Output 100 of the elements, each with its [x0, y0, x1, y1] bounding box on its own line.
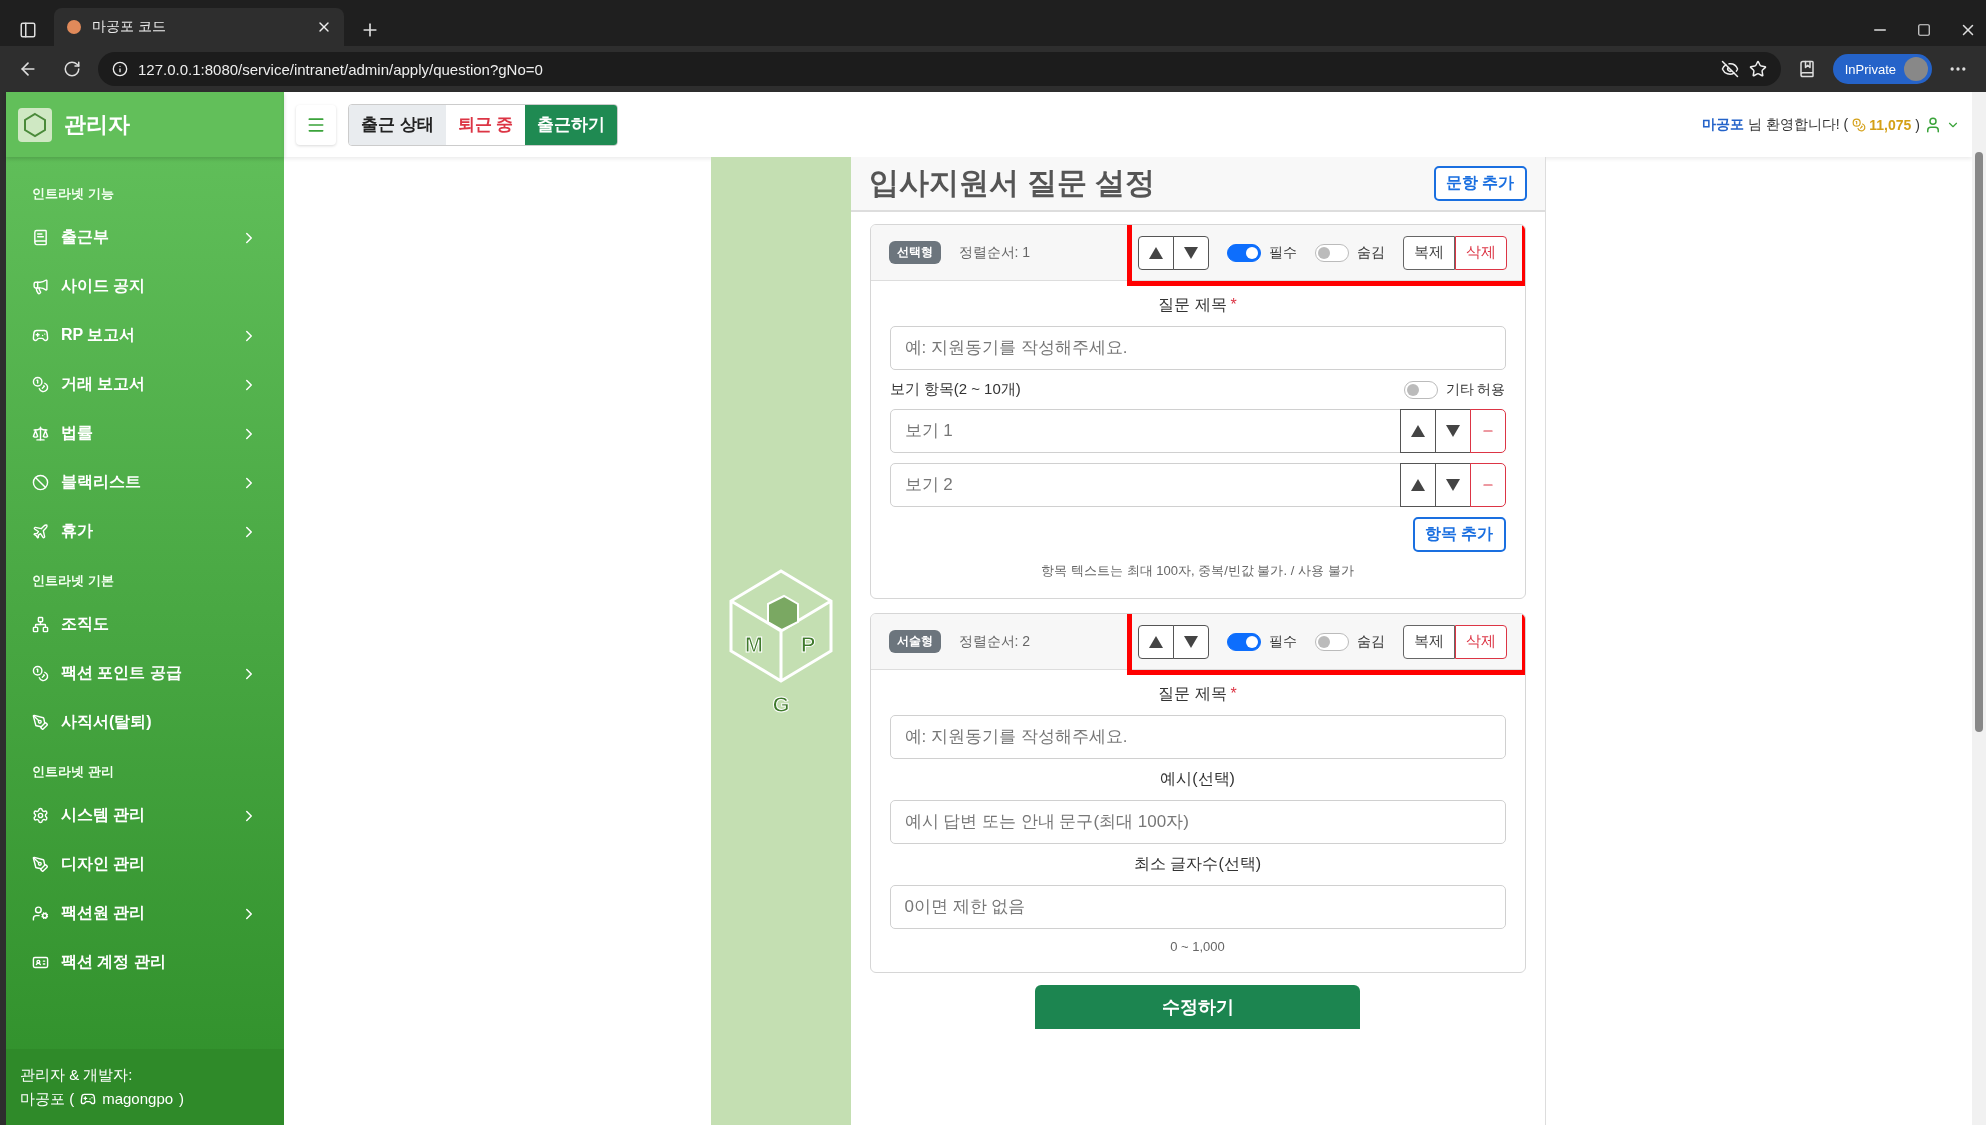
clock-in-button[interactable]: 출근하기 [525, 104, 618, 145]
sidebar-item[interactable]: 법률 [6, 409, 284, 458]
copy-button[interactable]: 복제 [1402, 624, 1455, 659]
profile-button[interactable]: InPrivate [1832, 54, 1932, 84]
page-title: 입사지원서 질문 설정 [868, 165, 1156, 201]
section-title: 인트라넷 기본 [31, 572, 115, 590]
coins-icon [1852, 117, 1867, 132]
pen-icon [32, 856, 49, 873]
section-title: 인트라넷 기능 [31, 185, 115, 203]
welcome-text: 님 환영합니다! ( [1747, 115, 1849, 134]
type-badge: 선택형 [888, 241, 941, 264]
hierarchy-icon [32, 616, 49, 633]
id-card-icon [32, 954, 49, 971]
user-name: 마공포 [1701, 115, 1744, 134]
toggle-label: 필수 [1268, 243, 1297, 262]
status-label: 출근 상태 [349, 104, 446, 145]
sidebar-item[interactable]: 조직도 [6, 600, 284, 649]
book-icon [32, 229, 49, 246]
address-bar[interactable]: 127.0.0.1:8080/service/intranet/admin/apply/question?gNo=0 [98, 52, 1781, 86]
save-button[interactable]: 수정하기 [1035, 985, 1360, 1029]
toggle-label: 기타 허용 [1445, 380, 1506, 399]
move-down-button[interactable] [1172, 624, 1209, 659]
sidebar-item[interactable]: 블랙리스트 [6, 458, 284, 507]
option-field[interactable]: 보기 2 [889, 463, 1401, 507]
down-triangle-icon [1445, 479, 1460, 491]
pen-icon [32, 714, 49, 731]
toggle-label: 필수 [1268, 632, 1297, 651]
ban-icon [32, 474, 49, 491]
remove-option-button[interactable] [1469, 409, 1506, 453]
field-label: 질문 제목 * [1157, 295, 1238, 315]
move-up-button[interactable] [1137, 624, 1174, 659]
input-field[interactable]: 예시 답변 또는 안내 문구(최대 100자) [889, 800, 1506, 844]
move-up-button[interactable] [1137, 235, 1174, 270]
up-triangle-icon [1148, 635, 1163, 648]
toggle-label: 숨김 [1356, 632, 1385, 651]
logo-icon [18, 107, 52, 142]
sidebar-item[interactable]: 디자인 관리 [6, 840, 284, 889]
field-label: 최소 글자수(선택) [1132, 854, 1263, 874]
sidebar-item[interactable]: 출근부 [6, 213, 284, 262]
points: 11,075 [1852, 116, 1912, 133]
up-triangle-icon [1410, 479, 1425, 491]
move-up-button[interactable] [1399, 409, 1436, 453]
hint-text: 항목 텍스트는 최대 100자, 중복/빈값 불가. / 사용 불가 [1040, 562, 1355, 580]
toggle-switch[interactable] [1403, 380, 1438, 399]
sidebar-item[interactable]: 사이드 공지 [6, 262, 284, 311]
sort-order: 정렬순서: 1 [958, 243, 1032, 262]
toggle-switch[interactable] [1226, 632, 1261, 651]
field-label: 예시(선택) [1159, 769, 1236, 789]
toggle-switch[interactable] [1314, 243, 1349, 262]
hint-text: 0 ~ 1,000 [1169, 939, 1226, 954]
user-gear-icon [32, 905, 49, 922]
sort-order: 정렬순서: 2 [958, 632, 1032, 651]
gear-icon [32, 807, 49, 824]
move-up-button[interactable] [1399, 463, 1436, 507]
add-question-button[interactable]: 문항 추가 [1434, 166, 1527, 201]
move-down-button[interactable] [1434, 409, 1471, 453]
plane-icon [32, 523, 49, 540]
toggle-switch[interactable] [1226, 243, 1261, 262]
move-down-button[interactable] [1172, 235, 1209, 270]
down-triangle-icon [1183, 635, 1198, 648]
logo-drawing: M G P [725, 566, 836, 716]
gamepad-icon [32, 327, 49, 344]
coins-icon [32, 665, 49, 682]
add-option-button[interactable]: 항목 추가 [1413, 517, 1506, 552]
option-field[interactable]: 보기 1 [889, 409, 1401, 453]
welcome-paren: ) [1915, 116, 1920, 133]
up-triangle-icon [1148, 246, 1163, 259]
remove-option-button[interactable] [1469, 463, 1506, 507]
options-label: 보기 항목(2 ~ 10개) [889, 380, 1021, 399]
up-triangle-icon [1410, 425, 1425, 437]
sidebar-item[interactable]: 거래 보고서 [6, 360, 284, 409]
field-label: 질문 제목 * [1157, 684, 1238, 704]
delete-button[interactable]: 삭제 [1454, 624, 1507, 659]
copy-button[interactable]: 복제 [1402, 235, 1455, 270]
brand-title: 관리자 [64, 110, 130, 139]
delete-button[interactable]: 삭제 [1454, 235, 1507, 270]
move-down-button[interactable] [1434, 463, 1471, 507]
sidebar-item[interactable]: 팩션 계정 관리 [6, 938, 284, 987]
user-icon[interactable] [1924, 115, 1942, 134]
input-field[interactable]: 예: 지원동기를 작성해주세요. [889, 326, 1506, 370]
scale-icon [32, 425, 49, 442]
footer-handle: magongpo [102, 1089, 174, 1109]
section-title: 인트라넷 관리 [31, 763, 115, 781]
toggle-switch[interactable] [1314, 632, 1349, 651]
down-triangle-icon [1183, 246, 1198, 259]
input-field[interactable]: 0이면 제한 없음 [889, 885, 1506, 929]
footer-owner: 마공포 ( [20, 1089, 75, 1109]
sidebar-item[interactable]: 사직서(탈퇴) [6, 698, 284, 747]
input-field[interactable]: 예: 지원동기를 작성해주세요. [889, 715, 1506, 759]
sidebar-item[interactable]: 시스템 관리 [6, 791, 284, 840]
sidebar-item[interactable]: 팩션 포인트 공급 [6, 649, 284, 698]
sidebar-item[interactable]: RP 보고서 [6, 311, 284, 360]
sidebar-item[interactable]: 휴가 [6, 507, 284, 556]
browser-tab[interactable]: 마공포 코드 [54, 8, 344, 46]
footer-paren: ) [179, 1089, 185, 1109]
down-triangle-icon [1445, 425, 1460, 437]
sidebar-item[interactable]: 팩션원 관리 [6, 889, 284, 938]
scrollbar-thumb[interactable] [1975, 152, 1983, 732]
megaphone-icon [32, 278, 49, 295]
toggle-label: 숨김 [1356, 243, 1385, 262]
